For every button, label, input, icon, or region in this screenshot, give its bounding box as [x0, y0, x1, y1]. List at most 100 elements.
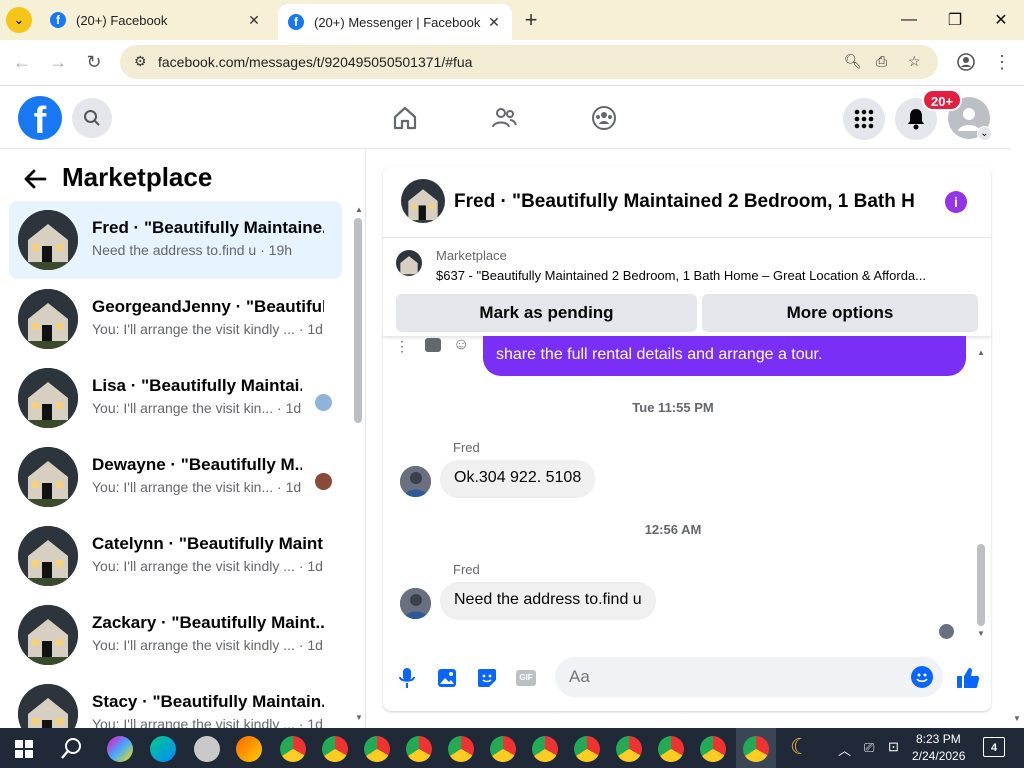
clock-date[interactable]: 2/24/2026	[912, 749, 965, 763]
chrome-icon[interactable]	[406, 736, 432, 762]
message-sender: Fred	[453, 440, 480, 455]
message-timestamp: Tue 11:55 PM	[632, 400, 714, 415]
reload-icon[interactable]: ↻	[82, 50, 106, 74]
mark-as-pending-button[interactable]: Mark as pending	[396, 294, 697, 332]
search-button[interactable]	[72, 98, 112, 138]
search-icon[interactable]	[60, 736, 84, 765]
conversation-item[interactable]: Lisa · "Beautifully Maintai... You: I'll…	[9, 359, 342, 437]
chrome-icon[interactable]	[616, 736, 642, 762]
tab-messenger[interactable]: f (20+) Messenger | Facebook ✕	[278, 4, 512, 40]
minimize-button[interactable]: —	[897, 8, 921, 32]
chat-listing-avatar[interactable]	[401, 179, 445, 223]
groups-icon[interactable]	[589, 103, 619, 133]
listing-title[interactable]: $637 - "Beautifully Maintained 2 Bedroom…	[436, 268, 976, 283]
message-input[interactable]	[569, 667, 889, 687]
network-icon[interactable]: ⊡	[888, 739, 899, 755]
gif-icon[interactable]: GIF	[514, 666, 538, 690]
bookmark-star-icon[interactable]: ☆	[908, 53, 921, 70]
info-icon[interactable]: i	[945, 191, 967, 213]
close-window-button[interactable]: ✕	[989, 8, 1013, 32]
incoming-message-bubble[interactable]: Need the address to.find u	[440, 582, 656, 620]
conversation-item[interactable]: Fred · "Beautifully Maintaine... Need th…	[9, 201, 342, 279]
install-app-icon[interactable]: ⎙	[876, 53, 887, 70]
sender-avatar[interactable]	[400, 588, 431, 619]
conversation-item[interactable]: Stacy · "Beautifully Maintain... You: I'…	[9, 675, 342, 728]
chrome-icon[interactable]	[743, 736, 769, 762]
windows-start-icon[interactable]	[15, 740, 33, 763]
chat-title[interactable]: Fred · "Beautifully Maintained 2 Bedroom…	[454, 191, 914, 213]
chrome-icon[interactable]	[364, 736, 390, 762]
zoom-icon[interactable]: 🔍︎	[844, 53, 862, 70]
facebook-favicon-icon: f	[288, 14, 304, 30]
chrome-icon[interactable]	[574, 736, 600, 762]
sender-avatar[interactable]	[400, 466, 431, 497]
browser-tab-strip: ⌄ f (20+) Facebook ✕ f (20+) Messenger |…	[0, 0, 1024, 40]
copilot-icon[interactable]	[107, 736, 133, 762]
new-tab-button[interactable]: +	[520, 8, 542, 32]
message-composer[interactable]	[555, 657, 943, 697]
scroll-up-arrow[interactable]: ▲	[355, 205, 363, 214]
clock-time[interactable]: 8:23 PM	[916, 732, 961, 746]
facebook-logo-icon[interactable]: f	[18, 96, 62, 140]
chrome-icon[interactable]	[280, 736, 306, 762]
paint-icon[interactable]	[194, 736, 220, 762]
firefox-icon[interactable]	[236, 736, 262, 762]
windows-taskbar: ☾ ︿ ⎚ ⊡ 8:23 PM 2/24/2026 4	[0, 728, 1024, 768]
react-icon[interactable]: ☺	[453, 336, 469, 354]
photo-icon[interactable]	[435, 666, 459, 690]
menu-icon[interactable]: ⋮	[990, 50, 1014, 74]
bell-icon	[908, 109, 924, 130]
emoji-icon[interactable]	[911, 666, 933, 688]
menu-grid-button[interactable]	[843, 98, 885, 140]
chevron-down-icon[interactable]: ⌄	[977, 126, 992, 141]
thumbs-up-icon[interactable]	[954, 664, 982, 692]
chrome-icon[interactable]	[322, 736, 348, 762]
conversation-item[interactable]: Zackary · "Beautifully Maint... You: I'l…	[9, 596, 342, 674]
browser-toolbar: ← → ↻ ⚙ facebook.com/messages/t/92049505…	[0, 40, 1024, 86]
chrome-icon[interactable]	[700, 736, 726, 762]
edge-icon[interactable]	[150, 736, 176, 762]
sidebar-scrollbar-thumb[interactable]	[354, 218, 362, 423]
site-info-icon[interactable]: ⚙	[134, 53, 147, 70]
chrome-icon[interactable]	[532, 736, 558, 762]
page-scroll-down-arrow[interactable]: ▼	[1013, 714, 1021, 723]
back-arrow-icon[interactable]	[22, 166, 48, 192]
message-more-icon[interactable]: ⋮	[395, 338, 409, 355]
forward-icon[interactable]: →	[46, 50, 70, 74]
facebook-favicon-icon: f	[50, 12, 66, 28]
chrome-icon[interactable]	[658, 736, 684, 762]
back-icon[interactable]: ←	[10, 50, 34, 74]
home-icon[interactable]	[390, 103, 420, 133]
chat-scroll-down-arrow[interactable]: ▼	[977, 629, 985, 638]
conversation-preview: You: I'll arrange the visit kin... · 1d	[92, 400, 302, 416]
microphone-icon[interactable]	[395, 666, 419, 690]
scroll-down-arrow[interactable]: ▼	[355, 713, 363, 722]
chat-scroll-up-arrow[interactable]: ▲	[977, 348, 985, 357]
profile-icon[interactable]	[954, 50, 978, 74]
weather-icon[interactable]: ☾	[790, 734, 810, 760]
more-options-button[interactable]: More options	[702, 294, 978, 332]
sidebar-title: Marketplace	[62, 162, 213, 192]
restore-button[interactable]: ❐	[943, 8, 967, 32]
chrome-icon[interactable]	[448, 736, 474, 762]
chat-scrollbar-thumb[interactable]	[977, 544, 985, 626]
tab-search-button[interactable]: ⌄	[6, 7, 32, 33]
outgoing-message-bubble[interactable]: share the full rental details and arrang…	[483, 336, 966, 376]
conversation-preview: Need the address to.find u · 19h	[92, 242, 293, 258]
tab-facebook[interactable]: f (20+) Facebook ✕	[40, 4, 272, 36]
incoming-message-bubble[interactable]: Ok.304 922. 5108	[440, 460, 596, 498]
meet-icon[interactable]: ⎚	[864, 740, 874, 756]
listing-thumbnail	[18, 447, 78, 507]
chrome-icon[interactable]	[490, 736, 516, 762]
sticker-icon[interactable]	[475, 666, 499, 690]
friends-icon[interactable]	[489, 103, 519, 133]
reply-icon[interactable]	[425, 338, 441, 352]
conversation-name: Stacy · "Beautifully Maintain...	[92, 692, 324, 711]
chevron-up-icon[interactable]: ︿	[838, 740, 851, 759]
conversation-item[interactable]: GeorgeandJenny · "Beautiful... You: I'll…	[9, 280, 342, 358]
conversation-item[interactable]: Dewayne · "Beautifully M... You: I'll ar…	[9, 438, 342, 516]
conversation-item[interactable]: Catelynn · "Beautifully Maint... You: I'…	[9, 517, 342, 595]
close-tab-icon[interactable]: ✕	[246, 12, 262, 29]
address-bar[interactable]: ⚙ facebook.com/messages/t/92049505050137…	[120, 45, 938, 79]
close-tab-icon[interactable]: ✕	[486, 14, 502, 31]
